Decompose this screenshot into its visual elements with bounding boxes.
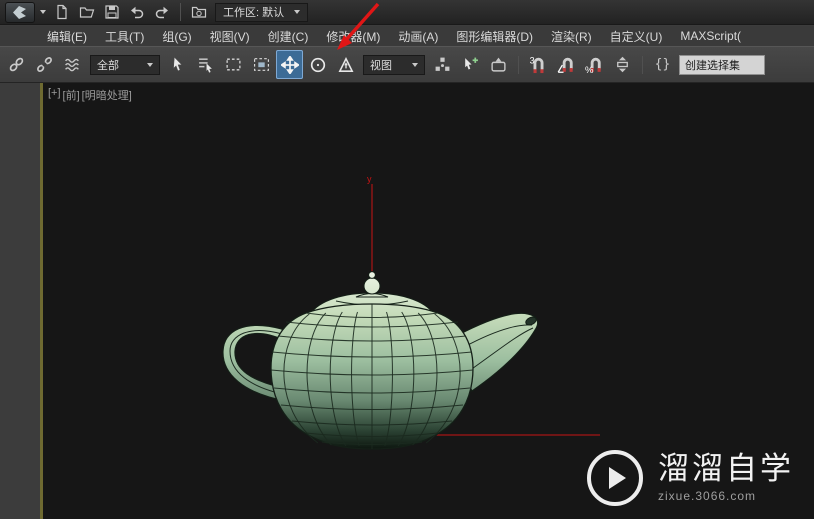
viewport-menu-shading[interactable]: [明暗处理] bbox=[82, 87, 132, 103]
redo-button[interactable] bbox=[150, 1, 174, 23]
window-crossing-toggle[interactable] bbox=[248, 50, 275, 79]
spinner-snap-icon bbox=[617, 56, 628, 73]
keyboard-override-toggle[interactable] bbox=[485, 50, 512, 79]
scale-icon bbox=[338, 56, 353, 72]
use-center-icon bbox=[435, 57, 450, 71]
select-by-name-icon bbox=[199, 58, 212, 73]
select-object-icon bbox=[173, 56, 183, 72]
keyboard-override-icon bbox=[491, 57, 506, 72]
knob-tip bbox=[368, 271, 376, 279]
chevron-down-icon bbox=[412, 62, 418, 67]
bind-to-space-warp-button[interactable] bbox=[59, 50, 86, 79]
coordinate-system-value: 视图 bbox=[370, 59, 392, 72]
window-crossing-icon bbox=[254, 58, 269, 71]
menu-maxscript[interactable]: MAXScript( bbox=[671, 27, 750, 45]
select-object-button[interactable] bbox=[164, 50, 191, 79]
play-triangle-icon bbox=[609, 467, 626, 489]
menu-group[interactable]: 组(G) bbox=[153, 26, 200, 46]
toolbar-separator bbox=[518, 55, 519, 74]
front-viewport[interactable]: [+] [前] [明暗处理] y 溜溜自学 zixue.3066.com bbox=[40, 83, 814, 519]
chevron-down-icon bbox=[294, 10, 301, 14]
rectangular-selection-region-button[interactable] bbox=[220, 50, 247, 79]
select-and-scale-button[interactable] bbox=[332, 50, 359, 79]
reference-coordinate-dropdown[interactable]: 视图 bbox=[363, 54, 425, 75]
app-menu-caret[interactable] bbox=[36, 2, 49, 23]
main-toolbar: 全部 视图 3 % {} 创建选择集 bbox=[0, 46, 814, 83]
3ds-max-logo bbox=[13, 5, 26, 19]
new-file-button[interactable] bbox=[50, 1, 74, 23]
teapot-model[interactable] bbox=[222, 271, 539, 450]
select-and-link-button[interactable] bbox=[3, 50, 30, 79]
percent-snap-icon: % bbox=[585, 57, 601, 74]
viewport-menu-general[interactable]: [+] bbox=[48, 87, 61, 103]
move-icon bbox=[280, 55, 299, 74]
named-selection-set-value: 创建选择集 bbox=[685, 59, 740, 72]
watermark-brand: 溜溜自学 bbox=[658, 451, 794, 486]
viewport-label: [+] [前] [明暗处理] bbox=[48, 87, 132, 103]
axis-y-label: y bbox=[367, 174, 372, 184]
project-folder-button[interactable] bbox=[187, 1, 211, 23]
app-logo-button[interactable] bbox=[5, 1, 35, 23]
named-selection-set-field[interactable]: 创建选择集 bbox=[679, 54, 765, 75]
watermark-text: 溜溜自学 zixue.3066.com bbox=[658, 453, 794, 503]
3ds-max-window: { "titlebar": { "workspace_label": "工作区:… bbox=[0, 0, 814, 519]
link-icon bbox=[9, 57, 24, 72]
menu-graph-editors[interactable]: 图形编辑器(D) bbox=[447, 26, 542, 46]
watermark: 溜溜自学 zixue.3066.com bbox=[587, 450, 794, 506]
teapot-knob bbox=[363, 277, 381, 295]
chevron-down-icon bbox=[147, 62, 153, 67]
selection-filter-dropdown[interactable]: 全部 bbox=[90, 54, 160, 75]
space-warp-icon bbox=[65, 58, 79, 72]
use-center-button[interactable] bbox=[429, 50, 456, 79]
percent-snap-toggle[interactable]: % bbox=[581, 50, 608, 79]
select-by-name-button[interactable] bbox=[192, 50, 219, 79]
snap-toggle-3d-button[interactable]: 3 bbox=[525, 50, 552, 79]
open-file-button[interactable] bbox=[75, 1, 99, 23]
save-file-button[interactable] bbox=[100, 1, 124, 23]
menubar: 编辑(E) 工具(T) 组(G) 视图(V) 创建(C) 修改器(M) 动画(A… bbox=[0, 26, 814, 46]
select-and-move-button[interactable] bbox=[276, 50, 303, 79]
rotate-icon bbox=[310, 57, 325, 72]
spinner-snap-toggle[interactable] bbox=[609, 50, 636, 79]
undo-icon bbox=[131, 6, 144, 19]
new-file-icon bbox=[57, 4, 67, 20]
menu-animation[interactable]: 动画(A) bbox=[389, 26, 447, 46]
workspace-label: 工作区: 默认 bbox=[223, 7, 285, 19]
menu-tools[interactable]: 工具(T) bbox=[96, 26, 153, 46]
rect-region-icon bbox=[226, 58, 241, 71]
menu-views[interactable]: 视图(V) bbox=[201, 26, 259, 46]
snap-3d-icon: 3 bbox=[530, 55, 544, 74]
edit-named-sets-icon: {} bbox=[654, 57, 671, 72]
svg-text:%: % bbox=[585, 65, 594, 74]
redo-icon bbox=[155, 6, 168, 19]
titlebar-separator bbox=[180, 3, 181, 21]
workspace-dropdown[interactable]: 工作区: 默认 bbox=[215, 2, 309, 22]
chevron-down-icon bbox=[39, 10, 46, 14]
unlink-icon bbox=[37, 57, 52, 72]
toolbar-separator bbox=[642, 55, 643, 74]
angle-snap-toggle[interactable] bbox=[553, 50, 580, 79]
titlebar: 工作区: 默认 bbox=[0, 0, 814, 25]
play-logo-icon bbox=[587, 450, 643, 506]
edit-named-selection-sets-button[interactable]: {} bbox=[649, 50, 676, 79]
svg-text:3: 3 bbox=[530, 55, 535, 65]
select-and-manipulate-button[interactable] bbox=[457, 50, 484, 79]
viewport-menu-view[interactable]: [前] bbox=[63, 87, 80, 103]
select-and-rotate-button[interactable] bbox=[304, 50, 331, 79]
menu-modifiers[interactable]: 修改器(M) bbox=[317, 26, 389, 46]
menu-customize[interactable]: 自定义(U) bbox=[601, 26, 672, 46]
project-folder-icon bbox=[191, 6, 207, 18]
menu-create[interactable]: 创建(C) bbox=[259, 26, 318, 46]
manipulate-icon bbox=[465, 57, 478, 70]
open-file-icon bbox=[79, 7, 95, 18]
selection-filter-value: 全部 bbox=[97, 59, 119, 72]
save-file-icon bbox=[105, 5, 119, 19]
undo-button[interactable] bbox=[125, 1, 149, 23]
menu-edit[interactable]: 编辑(E) bbox=[38, 26, 96, 46]
angle-snap-icon bbox=[557, 57, 573, 73]
menu-rendering[interactable]: 渲染(R) bbox=[542, 26, 601, 46]
unlink-selection-button[interactable] bbox=[31, 50, 58, 79]
watermark-url: zixue.3066.com bbox=[658, 489, 757, 503]
